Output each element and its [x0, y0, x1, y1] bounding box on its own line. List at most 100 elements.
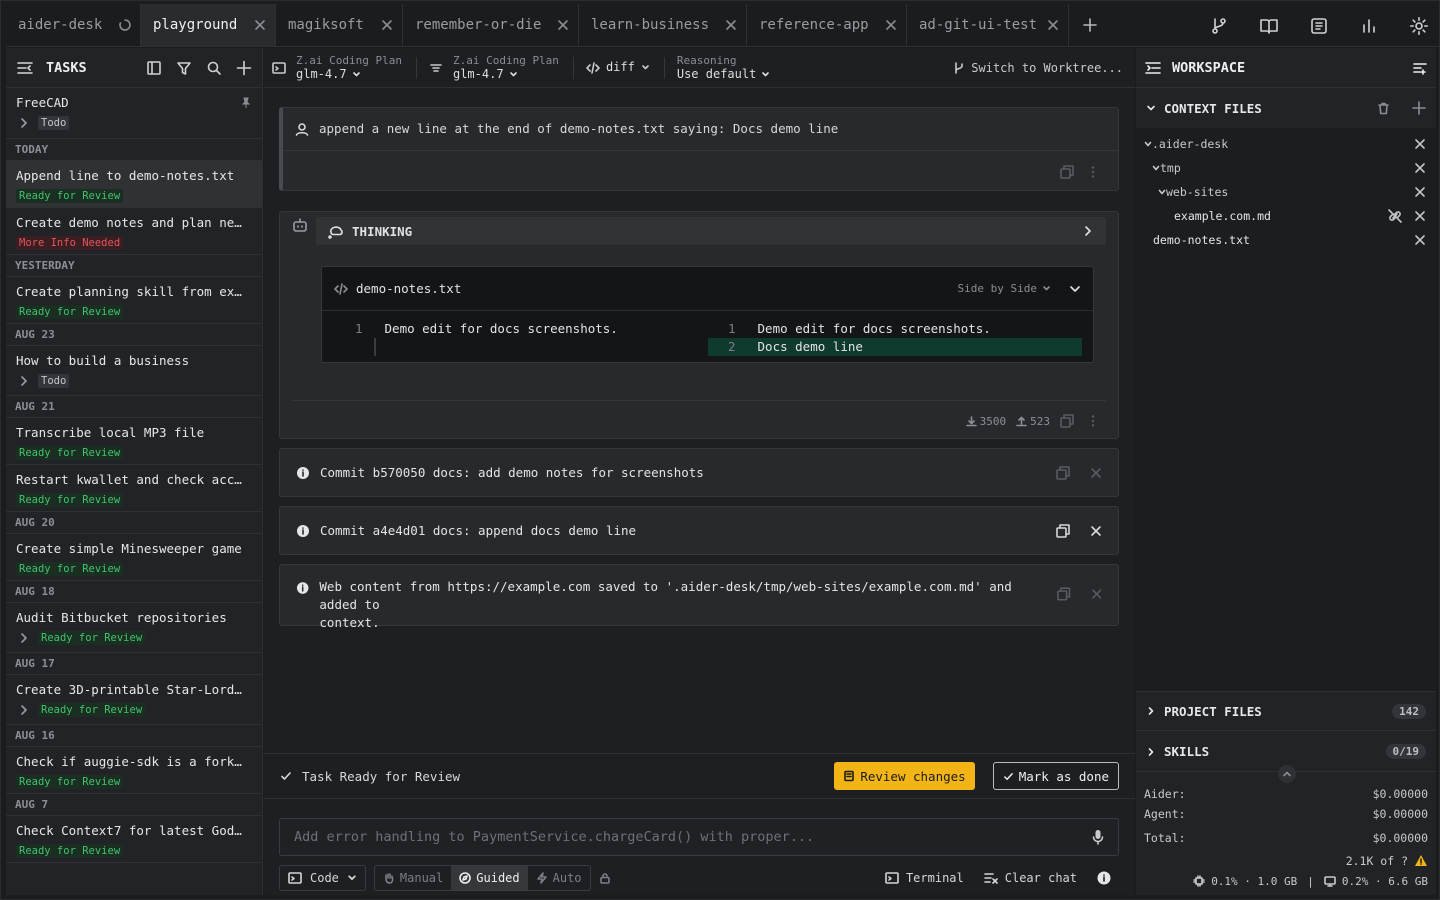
remove-file-icon[interactable]: [1414, 186, 1426, 198]
task-item[interactable]: Create demo notes and plan next steps Mor…: [6, 208, 262, 255]
info-icon[interactable]: [1097, 871, 1111, 885]
auto-mode-button[interactable]: Auto: [528, 866, 590, 890]
switch-worktree-button[interactable]: Switch to Worktree...: [953, 61, 1123, 75]
chevron-right-icon[interactable]: [18, 375, 30, 387]
filter-icon[interactable]: [176, 60, 192, 76]
chevron-right-icon[interactable]: [18, 117, 30, 129]
expand-costs-button[interactable]: [1278, 765, 1296, 783]
more-options-icon[interactable]: [1086, 165, 1100, 179]
task-item[interactable]: How to build a business Todo: [6, 346, 262, 396]
collapse-chevron-icon[interactable]: [1069, 283, 1081, 295]
workspace-panel: WORKSPACE CONTEXT FILES .aider-desk tmp …: [1136, 48, 1436, 895]
clear-chat-button[interactable]: Clear chat: [983, 871, 1077, 885]
chevron-down-icon: [1043, 286, 1050, 291]
close-icon[interactable]: [1091, 588, 1102, 600]
weak-model-selector[interactable]: Z.ai Coding Plan glm-4.7: [429, 54, 559, 82]
tree-folder-tmp[interactable]: tmp: [1152, 156, 1181, 180]
warning-icon[interactable]: [1414, 854, 1428, 867]
thinking-toggle[interactable]: THINKING: [316, 217, 1106, 245]
chevron-right-icon[interactable]: [18, 632, 30, 644]
tree-file-demo-notes[interactable]: demo-notes.txt: [1153, 228, 1250, 252]
search-icon[interactable]: [206, 60, 222, 76]
copy-icon[interactable]: [1060, 414, 1074, 428]
add-task-icon[interactable]: [236, 60, 252, 76]
prompt-input[interactable]: Add error handling to PaymentService.cha…: [279, 818, 1119, 856]
main-model-selector[interactable]: Z.ai Coding Plan glm-4.7: [272, 54, 402, 82]
close-tab-icon[interactable]: [253, 18, 267, 32]
task-item[interactable]: Create 3D-printable Star-Lord mask Ready …: [6, 675, 262, 725]
remove-file-icon[interactable]: [1414, 162, 1426, 174]
close-icon[interactable]: [1090, 467, 1102, 479]
edit-format-selector[interactable]: diff: [586, 60, 650, 75]
mark-as-done-button[interactable]: Mark as done: [992, 762, 1119, 790]
remove-file-icon[interactable]: [1414, 210, 1426, 222]
unlink-icon[interactable]: [1388, 209, 1402, 223]
task-group-header: AUG 17: [6, 653, 262, 675]
more-options-icon[interactable]: [1086, 414, 1100, 428]
task-item[interactable]: Create simple Minesweeper game Ready for …: [6, 534, 262, 581]
commit-text: Commit a4e4d01 docs: append docs demo li…: [320, 523, 637, 538]
lock-icon[interactable]: [599, 872, 611, 884]
copy-icon[interactable]: [1056, 523, 1070, 538]
guided-mode-button[interactable]: Guided: [451, 866, 528, 890]
status-badge: Todo: [38, 116, 70, 130]
settings-gear-icon[interactable]: [1409, 16, 1429, 36]
copy-icon[interactable]: [1060, 165, 1074, 179]
book-icon[interactable]: [1259, 16, 1279, 36]
layout-toggle-icon[interactable]: [146, 60, 162, 76]
task-item[interactable]: Audit Bitbucket repositories Ready for Re…: [6, 603, 262, 653]
tab-remember-or-die[interactable]: remember-or-die: [403, 4, 579, 46]
collapse-sidebar-icon[interactable]: [16, 59, 34, 77]
check-icon: [281, 772, 291, 780]
copy-icon[interactable]: [1056, 465, 1070, 480]
remove-file-icon[interactable]: [1414, 138, 1426, 150]
review-changes-button[interactable]: Review changes: [834, 762, 975, 790]
bar-chart-icon[interactable]: [1359, 16, 1379, 36]
view-mode-selector[interactable]: Side by Side: [958, 282, 1051, 295]
task-item[interactable]: Check if auggie-sdk is a fork of another…: [6, 747, 262, 794]
tab-ad-git-ui-test[interactable]: ad-git-ui-test: [907, 4, 1069, 46]
tree-file-example-com-md[interactable]: example.com.md: [1174, 204, 1271, 228]
chevron-right-icon[interactable]: [18, 704, 30, 716]
pin-icon[interactable]: [240, 97, 252, 109]
copy-icon[interactable]: [1057, 587, 1071, 601]
tree-folder-aider-desk[interactable]: .aider-desk: [1144, 132, 1228, 156]
close-tab-icon[interactable]: [1046, 18, 1060, 32]
document-icon[interactable]: [1309, 16, 1329, 36]
mode-selector[interactable]: Code: [279, 865, 366, 891]
tab-learn-business[interactable]: learn-business: [579, 4, 747, 46]
close-tab-icon[interactable]: [556, 18, 570, 32]
tree-folder-web-sites[interactable]: web-sites: [1158, 180, 1228, 204]
close-icon[interactable]: [1090, 525, 1102, 537]
reasoning-selector[interactable]: Reasoning Use default: [677, 54, 770, 82]
add-tab-button[interactable]: [1069, 4, 1111, 46]
task-item-pinned[interactable]: FreeCAD Todo: [6, 88, 262, 139]
list-settings-icon[interactable]: [1412, 60, 1428, 76]
commit-notice: Commit a4e4d01 docs: append docs demo li…: [279, 506, 1119, 555]
terminal-button[interactable]: Terminal: [885, 871, 964, 885]
task-item[interactable]: Transcribe local MP3 file Ready for Revie…: [6, 418, 262, 465]
tab-aider-desk[interactable]: aider-desk: [6, 4, 141, 46]
check-icon: [1003, 772, 1013, 780]
close-tab-icon[interactable]: [380, 18, 394, 32]
add-file-icon[interactable]: [1412, 101, 1426, 115]
close-tab-icon[interactable]: [884, 18, 898, 32]
remove-file-icon[interactable]: [1414, 234, 1426, 246]
git-branch-icon[interactable]: [1209, 16, 1229, 36]
microphone-icon[interactable]: [1092, 829, 1104, 845]
trash-icon[interactable]: [1377, 102, 1390, 115]
manual-mode-button[interactable]: Manual: [375, 866, 451, 890]
close-tab-icon[interactable]: [724, 18, 738, 32]
context-files-header[interactable]: CONTEXT FILES: [1136, 88, 1436, 128]
tab-playground[interactable]: playground: [141, 4, 276, 46]
project-files-header[interactable]: PROJECT FILES 142: [1136, 691, 1436, 731]
task-item[interactable]: Create planning skill from existing docs…: [6, 277, 262, 324]
collapse-panel-icon[interactable]: [1144, 59, 1162, 77]
status-badge: Ready for Review: [16, 446, 124, 460]
task-item[interactable]: Append line to demo-notes.txt Ready for R…: [6, 161, 262, 208]
task-item[interactable]: Check Context7 for latest Godot docs Read…: [6, 816, 262, 863]
tab-magiksoft[interactable]: magiksoft: [276, 4, 403, 46]
plus-icon: [1083, 18, 1097, 32]
task-item[interactable]: Restart kwallet and check accounts Ready …: [6, 465, 262, 512]
tab-reference-app[interactable]: reference-app: [747, 4, 907, 46]
